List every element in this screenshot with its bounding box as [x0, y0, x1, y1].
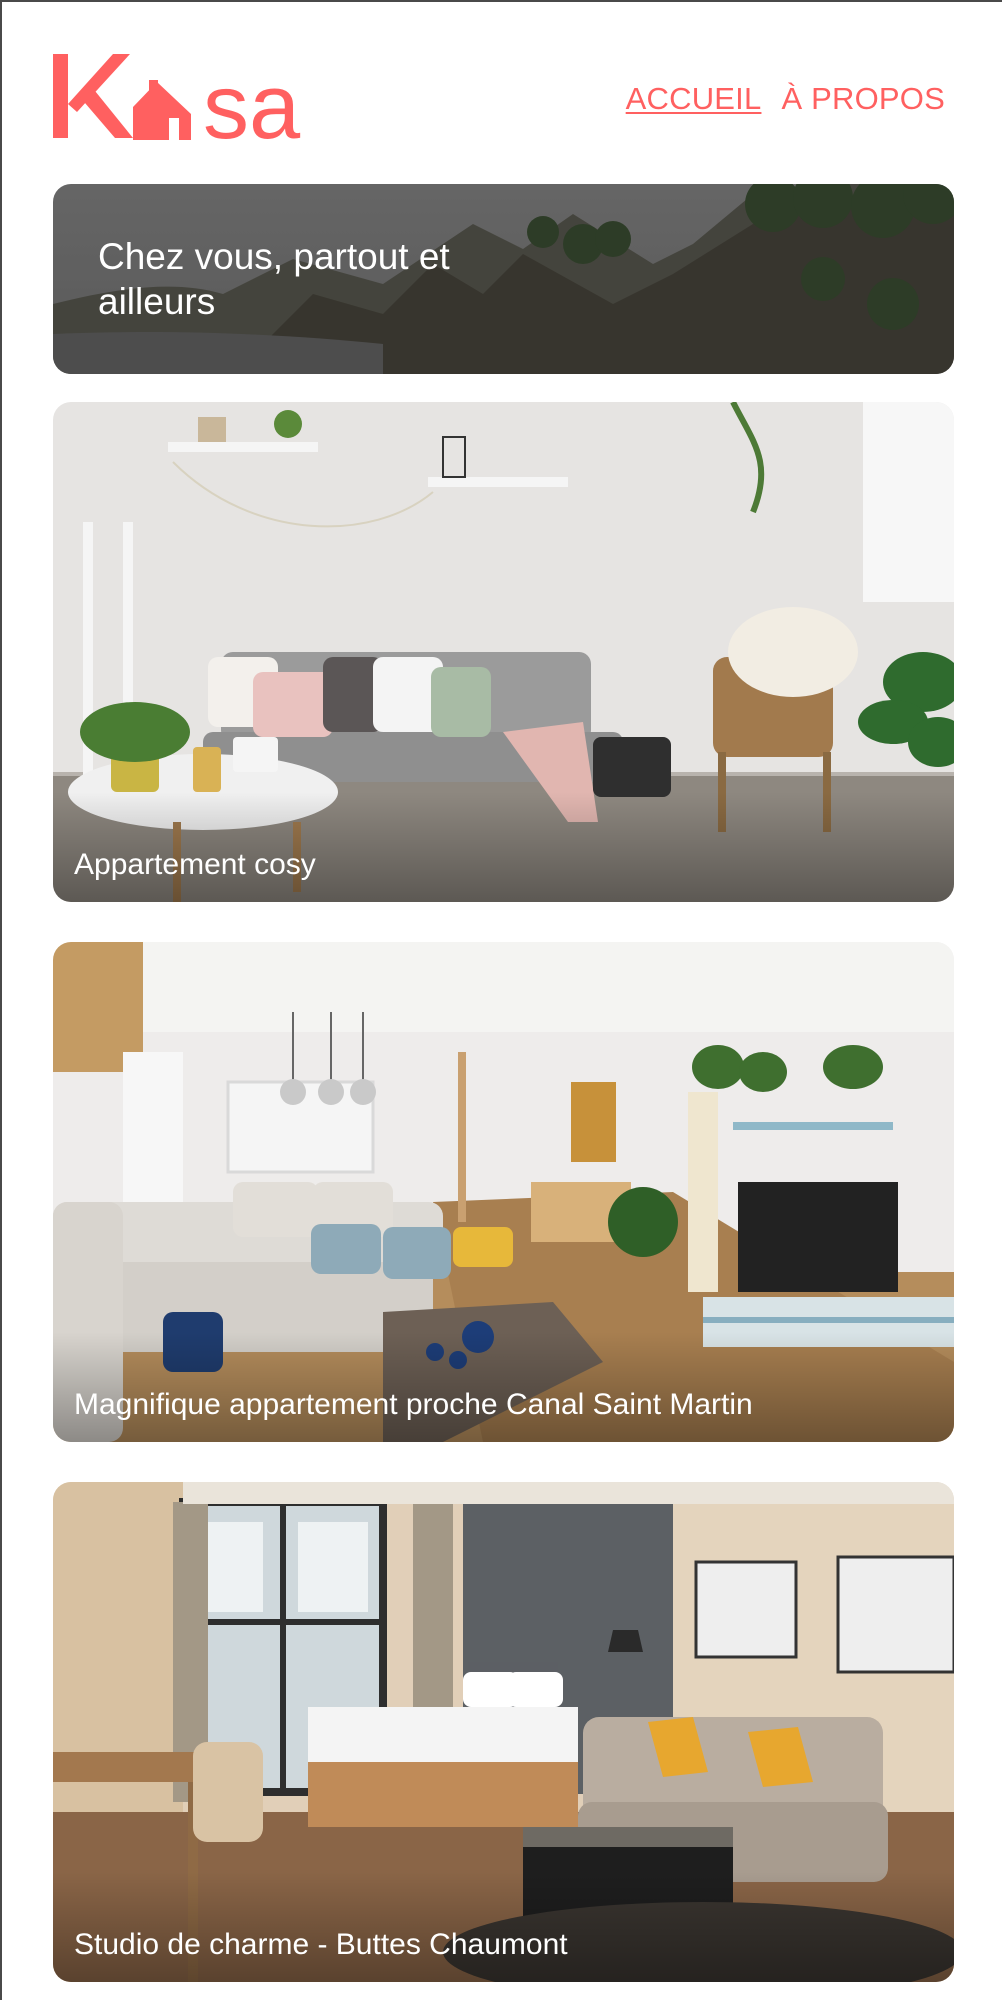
- card-overlay: [53, 1332, 954, 1442]
- nav-link-about[interactable]: À PROPOS: [781, 81, 945, 117]
- listing-card[interactable]: Magnifique appartement proche Canal Sain…: [53, 942, 954, 1442]
- logo-graphic: sa: [53, 54, 301, 158]
- listing-card[interactable]: Studio de charme - Buttes Chaumont: [53, 1482, 954, 1982]
- listing-title: Studio de charme - Buttes Chaumont: [74, 1928, 568, 1961]
- nav-link-home[interactable]: ACCUEIL: [626, 81, 762, 117]
- listing-card[interactable]: Appartement cosy: [53, 402, 954, 902]
- svg-text:sa: sa: [203, 56, 301, 144]
- banner-title: Chez vous, partout et ailleurs: [98, 236, 450, 322]
- house-icon: [133, 80, 191, 140]
- card-overlay: [53, 792, 954, 902]
- main-nav: ACCUEIL À PROPOS: [626, 81, 945, 117]
- listing-title: Appartement cosy: [74, 848, 316, 881]
- listing-title: Magnifique appartement proche Canal Sain…: [74, 1388, 753, 1421]
- kasa-logo[interactable]: sa: [53, 52, 345, 158]
- page: sa ACCUEIL À PROPOS Chez vous, partout e…: [0, 0, 1002, 2000]
- header: sa ACCUEIL À PROPOS: [53, 52, 953, 158]
- hero-banner: Chez vous, partout et ailleurs: [53, 184, 954, 374]
- card-overlay: [53, 1872, 954, 1982]
